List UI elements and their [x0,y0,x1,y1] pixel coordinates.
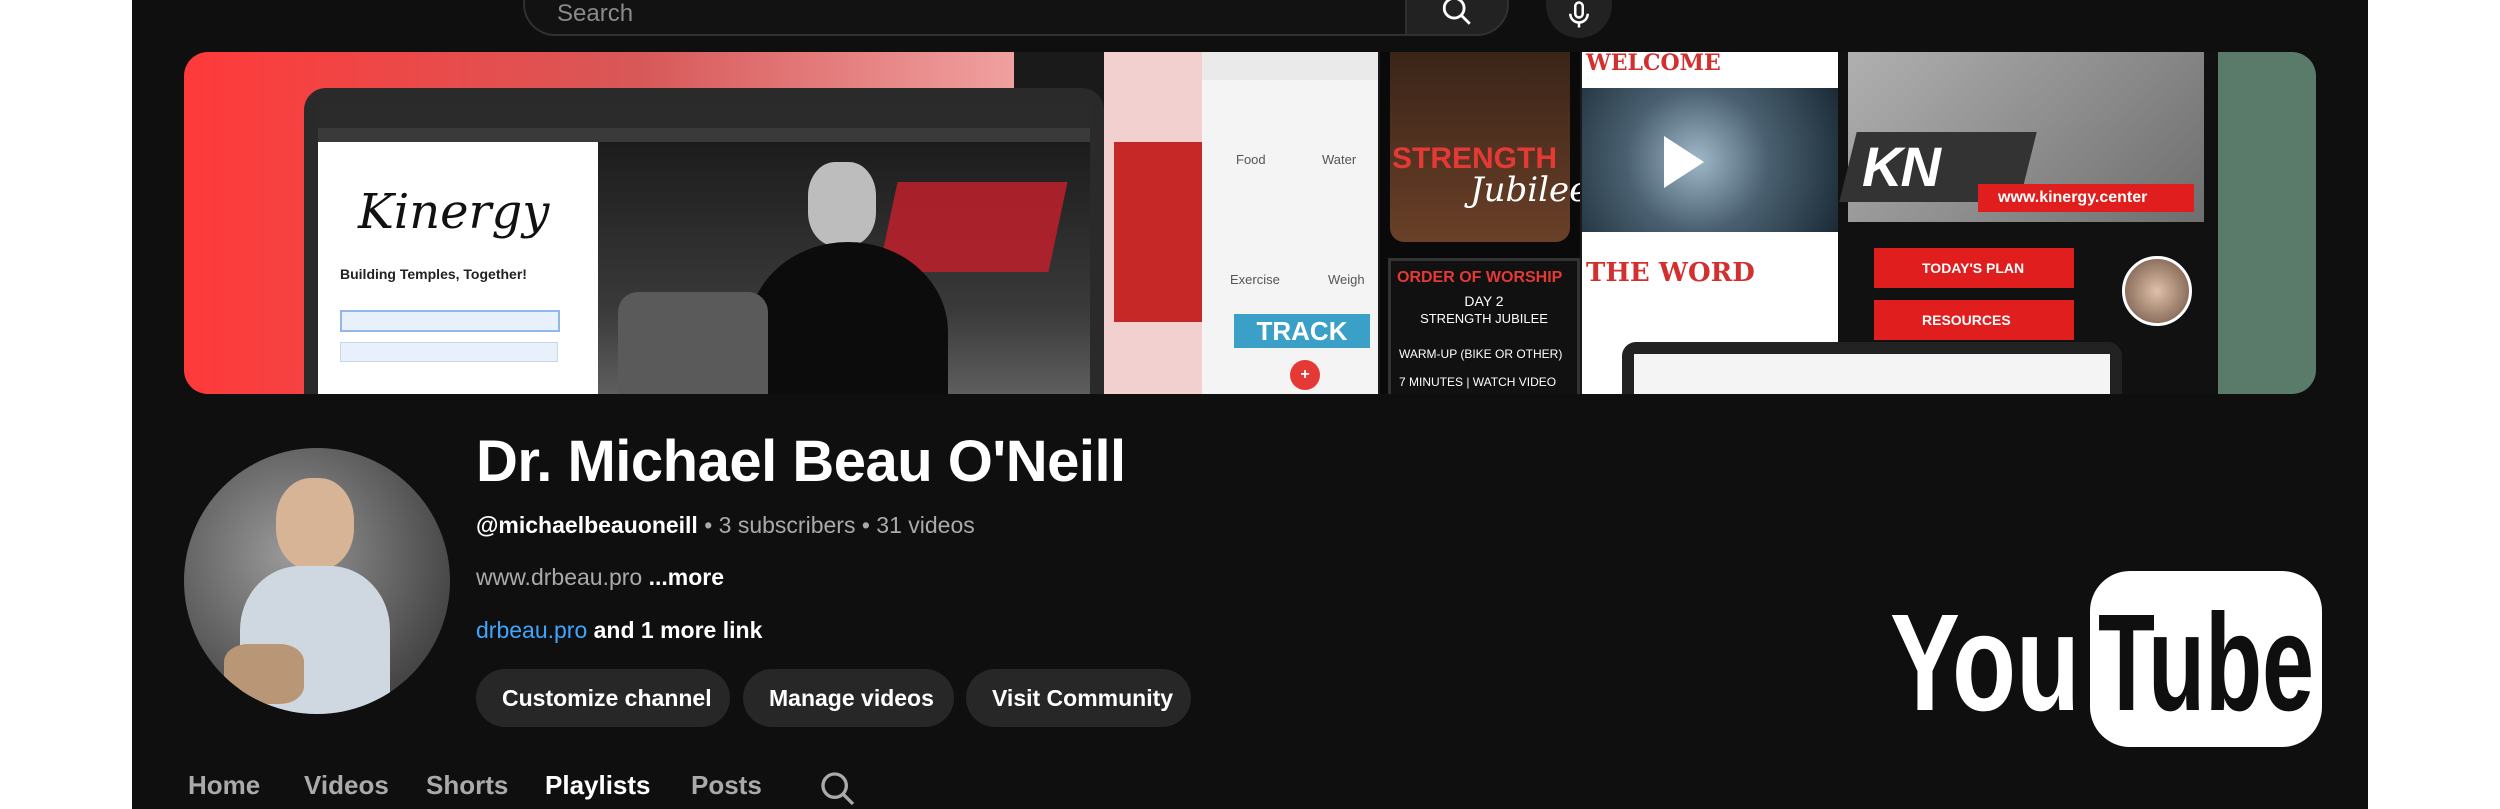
search-bar [523,0,1405,36]
worship-day: DAY 2 [1464,293,1504,309]
search-button[interactable] [1405,0,1509,36]
channel-search-icon[interactable] [818,769,858,809]
worship-item-1: WARM-UP (BIKE OR OTHER) [1399,347,1563,361]
video-count: 31 videos [876,512,975,538]
search-icon [1442,0,1471,25]
voice-search-button[interactable] [1546,0,1612,38]
resources-button: RESOURCES [1874,300,2074,340]
tracking-app-screen: Food Water Exercise Weigh TRACK + [1202,52,1378,394]
banner-green-strip [2218,52,2316,394]
channel-handle: @michaelbeauoneill [476,512,698,538]
subscriber-count: 3 subscribers [718,512,856,538]
description-text: www.drbeau.pro [476,564,643,590]
todays-plan-button: TODAY'S PLAN [1874,248,2074,288]
youtube-logo: You Tube [1890,571,2322,747]
tab-videos[interactable]: Videos [304,770,389,801]
welcome-text: WELCOME [1586,52,1721,76]
kn-url-bar: www.kinergy.center [1978,184,2194,212]
exercise-label: Exercise [1230,272,1280,287]
food-label: Food [1236,152,1266,167]
channel-banner: Kinergy Building Temples, Together! Food… [184,52,2316,394]
strength-jubilee-graphic: STRENGTH Jubilee ORDER OF WORSHIP DAY 2 … [1380,52,1580,394]
worship-item-2: 7 MINUTES | WATCH VIDEO [1399,375,1557,389]
tab-posts[interactable]: Posts [691,770,762,801]
kinergy-tagline: Building Temples, Together! [340,266,527,282]
channel-description[interactable]: www.drbeau.pro ...more [476,564,724,591]
channel-avatar[interactable] [184,448,450,714]
add-circle-icon: + [1290,360,1320,390]
more-links-text[interactable]: and 1 more link [587,617,763,643]
coach-avatar [2122,256,2192,326]
microphone-icon [1569,1,1589,28]
login-email-field [340,310,560,332]
worship-sub: STRENGTH JUBILEE [1420,311,1548,326]
tab-playlists[interactable]: Playlists [545,770,651,801]
weight-label: Weigh [1328,272,1365,287]
jubilee-text: Jubilee [1470,170,1580,210]
laptop-mockup-small [1622,342,2122,394]
channel-link[interactable]: drbeau.pro [476,617,587,643]
worship-title: ORDER OF WORSHIP [1397,269,1563,286]
search-input[interactable] [555,0,1339,30]
logo-text-tube: Tube [2098,586,2314,740]
kinergy-title: Kinergy [358,184,550,240]
laptop-mockup: Kinergy Building Temples, Together! [304,88,1104,394]
tab-home[interactable]: Home [188,770,260,801]
kn-logo-text: KN [1862,135,1941,198]
kinergy-login-card: Kinergy Building Temples, Together! [318,142,598,394]
meta-separator: • [855,512,877,538]
visit-community-button[interactable]: Visit Community [966,669,1191,727]
channel-meta: @michaelbeauoneill • 3 subscribers • 31 … [476,512,975,539]
more-link[interactable]: ...more [649,564,724,590]
logo-text-you: You [1890,586,2080,740]
track-button-graphic: TRACK [1234,314,1370,348]
tab-shorts[interactable]: Shorts [426,770,508,801]
worship-card: ORDER OF WORSHIP DAY 2 STRENGTH JUBILEE … [1388,258,1580,394]
manage-videos-button[interactable]: Manage videos [743,669,954,727]
channel-links: drbeau.pro and 1 more link [476,617,762,644]
water-label: Water [1322,152,1357,167]
play-icon [1664,136,1704,188]
youtube-channel-page: Kinergy Building Temples, Together! [132,0,2368,809]
login-password-field [340,342,558,362]
meta-separator: • [697,512,719,538]
channel-name: Dr. Michael Beau O'Neill [476,429,1126,494]
the-word-text: THE WORD [1586,258,1755,288]
customize-channel-button[interactable]: Customize channel [476,669,730,727]
banner-portrait [598,142,1090,394]
